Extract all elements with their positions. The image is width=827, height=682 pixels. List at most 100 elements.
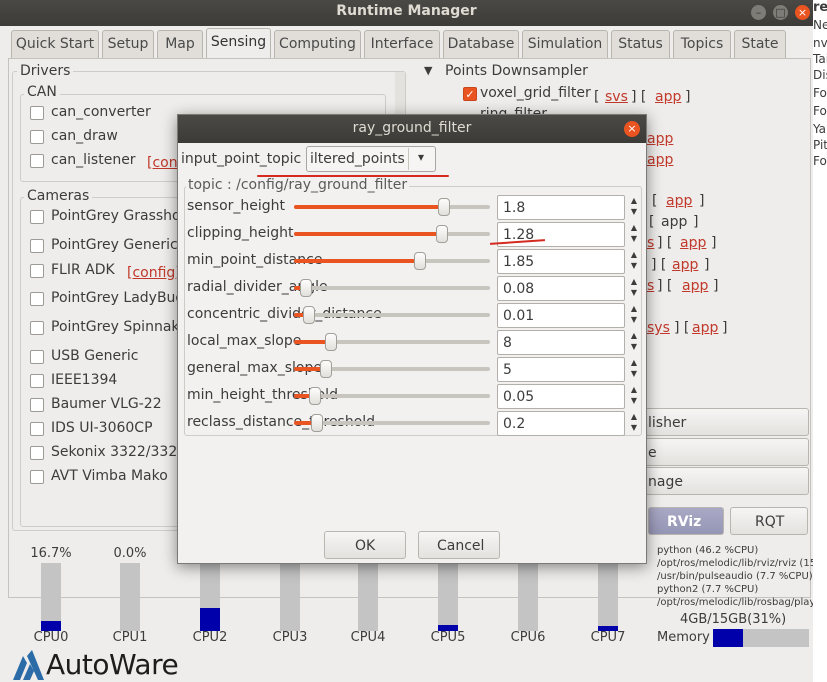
spin-up-icon[interactable]: ▲ [628,195,640,206]
strip-text: Fo [813,154,827,168]
spin-down-icon[interactable]: ▼ [628,287,640,298]
strip-text: Dis [813,68,827,82]
spin-up-icon[interactable]: ▲ [628,384,640,395]
param-slider-track[interactable] [294,259,490,263]
cpu-bar [518,563,538,631]
spin-buttons[interactable]: ▲ ▼ [628,276,640,300]
cpu-percent: 16.7% [30,546,72,561]
param-name: sensor_height [187,198,286,214]
spin-up-icon[interactable]: ▲ [628,276,640,287]
memory-usage-text: 4GB/15GB(31%) [680,612,787,627]
param-value-input[interactable]: 1.28 [497,222,625,247]
param-slider-handle[interactable] [413,252,426,270]
ok-button[interactable]: OK [324,531,406,559]
cpu-label: CPU2 [192,630,228,645]
spin-down-icon[interactable]: ▼ [628,314,640,325]
spin-down-icon[interactable]: ▼ [628,395,640,406]
strip-text: Ya [813,122,827,136]
strip-text: Fo [813,104,827,118]
spin-buttons[interactable]: ▲ ▼ [628,330,640,354]
cpu-bar [41,563,61,631]
param-value-input[interactable]: 8 [497,330,625,355]
param-value-input[interactable]: 0.08 [497,276,625,301]
cpu-bar [438,563,458,631]
param-slider-handle[interactable] [310,414,323,432]
param-name: local_max_slope [187,333,302,349]
spin-buttons[interactable]: ▲ ▼ [628,303,640,327]
memory-bar [713,629,809,647]
process-entry: /usr/bin/pulseaudio (7.7 %CPU) [657,571,813,582]
cancel-button-label: Cancel [437,538,485,554]
spin-buttons[interactable]: ▲ ▼ [628,249,640,273]
spin-down-icon[interactable]: ▼ [628,422,640,433]
process-entry: /opt/ros/melodic/lib/rosbag/play [657,597,813,608]
memory-label: Memory [657,630,710,645]
spin-down-icon[interactable]: ▼ [628,368,640,379]
param-slider-track[interactable] [294,340,490,344]
param-slider-fill [294,205,444,209]
autoware-logo-text: AutoWare [46,648,179,681]
spin-buttons[interactable]: ▲ ▼ [628,384,640,408]
ray-ground-filter-dialog: ray_ground_filter × input_point_topic il… [177,114,647,564]
param-slider-handle[interactable] [325,333,338,351]
param-value-input[interactable]: 0.05 [497,384,625,409]
param-slider-handle[interactable] [308,387,321,405]
cpu-label: CPU4 [350,630,386,645]
param-slider-track[interactable] [294,205,490,209]
param-slider-handle[interactable] [319,360,332,378]
param-value-input[interactable]: 5 [497,357,625,382]
spin-buttons[interactable]: ▲ ▼ [628,411,640,435]
process-entry: python2 (7.7 %CPU) [657,584,759,595]
param-name: clipping_height [187,225,294,241]
process-entry: python (46.2 %CPU) [657,545,759,556]
spin-down-icon[interactable]: ▼ [628,206,640,217]
param-slider-fill [294,232,442,236]
cpu-label: CPU5 [430,630,466,645]
param-slider-track[interactable] [294,286,490,290]
param-slider-track[interactable] [294,394,490,398]
cpu-bar [120,563,140,631]
spin-up-icon[interactable]: ▲ [628,330,640,341]
param-slider-track[interactable] [294,421,490,425]
parameter-list: sensor_height 1.8 ▲ ▼ clipping_height 1.28 ▲ ▼ m… [178,115,648,565]
strip-text: Ne [813,18,827,32]
background-window-strip: re Ne nv Tai Dis Fo Fo Ya Pit Fo [813,0,827,682]
param-slider-handle[interactable] [437,198,450,216]
spin-buttons[interactable]: ▲ ▼ [628,195,640,219]
param-slider-handle[interactable] [435,225,448,243]
param-slider-fill [294,259,420,263]
cpu-bar [200,563,220,631]
spin-buttons[interactable]: ▲ ▼ [628,222,640,246]
cpu-label: CPU0 [33,630,69,645]
spin-up-icon[interactable]: ▲ [628,222,640,233]
param-slider-track[interactable] [294,313,490,317]
param-value-input[interactable]: 1.8 [497,195,625,220]
param-slider-handle[interactable] [299,279,312,297]
cpu-label: CPU6 [510,630,546,645]
spin-down-icon[interactable]: ▼ [628,260,640,271]
spin-up-icon[interactable]: ▲ [628,357,640,368]
spin-up-icon[interactable]: ▲ [628,303,640,314]
autoware-logo-icon [10,650,44,680]
spin-up-icon[interactable]: ▲ [628,411,640,422]
param-value-input[interactable]: 0.2 [497,411,625,436]
spin-buttons[interactable]: ▲ ▼ [628,357,640,381]
cpu-label: CPU3 [272,630,308,645]
cpu-bar [280,563,300,631]
cpu-bar [598,563,618,631]
spin-down-icon[interactable]: ▼ [628,341,640,352]
cpu-label: CPU1 [112,630,148,645]
spin-up-icon[interactable]: ▲ [628,249,640,260]
ok-button-label: OK [355,538,376,554]
process-entry: /opt/ros/melodic/lib/rviz/rviz (15. [657,558,813,569]
strip-text: Pit [813,138,827,152]
cancel-button[interactable]: Cancel [418,531,500,559]
param-value-input[interactable]: 0.01 [497,303,625,328]
cpu-percent: 0.0% [113,546,147,561]
strip-text: re [813,0,827,15]
param-value-input[interactable]: 1.85 [497,249,625,274]
param-slider-track[interactable] [294,232,490,236]
strip-text: Tai [813,52,827,66]
spin-down-icon[interactable]: ▼ [628,233,640,244]
param-slider-handle[interactable] [303,306,316,324]
